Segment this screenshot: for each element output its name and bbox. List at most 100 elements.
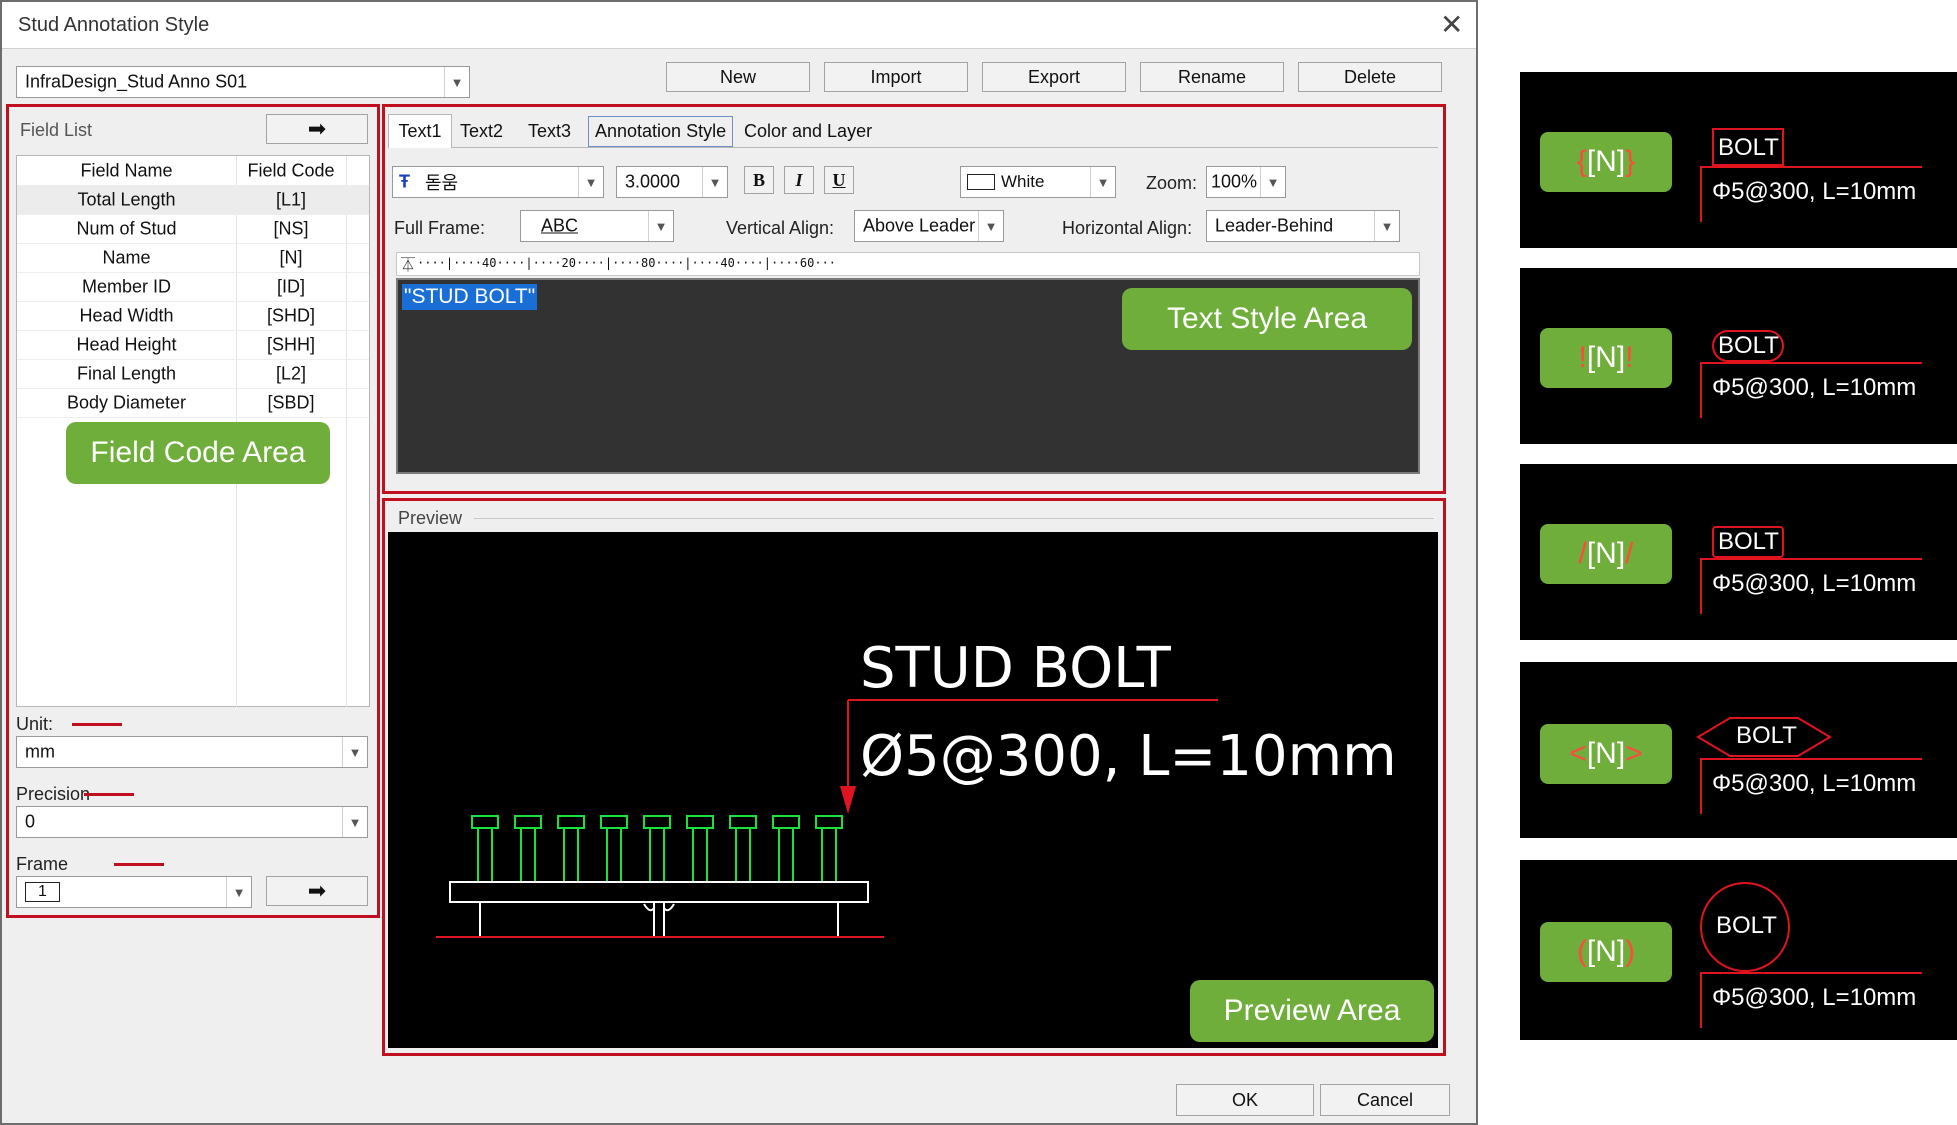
tab-text1[interactable]: Text1	[388, 114, 452, 148]
horizontal-align-select[interactable]: Leader-Behind ▼	[1206, 210, 1400, 242]
row-field-code: [L2]	[275, 363, 307, 383]
tab-annotation-style[interactable]: Annotation Style	[588, 116, 734, 147]
tab-color-and-layer[interactable]: Color and Layer	[744, 121, 872, 142]
italic-button[interactable]: I	[784, 166, 814, 194]
preview-canvas: STUD BOLT Ø5@300, L=10mm	[388, 532, 1438, 1048]
color-swatch	[967, 174, 995, 190]
close-icon[interactable]: ✕	[1440, 8, 1463, 41]
rename-button[interactable]: Rename	[1140, 62, 1284, 92]
import-button[interactable]: Import	[824, 62, 968, 92]
frame-label: Frame	[16, 854, 69, 874]
table-header: Field Name Field Code	[17, 156, 369, 186]
example-panel: ! [N]! BOLT Φ5@300, L=10mm	[1520, 268, 1957, 444]
chevron-down-icon: ▼	[342, 737, 367, 767]
unit-select[interactable]: mm ▼	[16, 736, 368, 768]
name-code-badge: {[N]}	[1540, 132, 1672, 192]
table-row[interactable]: Total Length [L1]	[17, 185, 369, 215]
field-code-area-callout: Field Code Area	[66, 422, 330, 484]
precision-value: 0	[25, 811, 36, 832]
bolt-label: BOLT	[1736, 722, 1797, 749]
tab-bar: Text1 Text2 Text3 Annotation Style Color…	[388, 114, 1438, 148]
table-row[interactable]: Body Diameter [SBD]	[17, 388, 369, 418]
chevron-down-icon: ▼	[578, 167, 603, 197]
chevron-down-icon: ▼	[648, 211, 673, 241]
row-field-name: Num of Stud	[76, 218, 177, 238]
vertical-align-select[interactable]: Above Leader ▼	[854, 210, 1004, 242]
name-code-badge: ! [N]!	[1540, 328, 1672, 388]
table-row[interactable]: Head Width [SHD]	[17, 301, 369, 331]
row-field-code: [N]	[279, 247, 303, 267]
text-height-select[interactable]: 3.0000 ▼	[616, 166, 728, 198]
row-field-code: [NS]	[273, 218, 309, 238]
zoom-label: Zoom:	[1146, 173, 1198, 193]
chevron-down-icon: ▼	[978, 211, 1003, 241]
table-row[interactable]: Member ID [ID]	[17, 272, 369, 302]
row-field-code: [SBD]	[267, 392, 315, 412]
indent-marker-icon: ⏄	[401, 257, 415, 273]
row-field-name: Name	[102, 247, 151, 267]
name-code-badge: < [N] >	[1540, 724, 1672, 784]
chevron-down-icon: ▼	[702, 167, 727, 197]
color-select[interactable]: White ▼	[960, 166, 1116, 198]
preview-title-text: STUD BOLT	[860, 636, 1171, 701]
example-panel: ([N]) BOLT Φ5@300, L=10mm	[1520, 860, 1957, 1040]
example-panel: {[N]} BOLT Φ5@300, L=10mm	[1520, 72, 1957, 248]
bold-button[interactable]: B	[744, 166, 774, 194]
style-select[interactable]: InfraDesign_Stud Anno S01 ▼	[16, 66, 470, 98]
zoom-select[interactable]: 100% ▼	[1206, 166, 1286, 198]
row-field-code: [SHH]	[266, 334, 315, 354]
full-frame-value: ABC	[541, 215, 579, 236]
spec-label: Φ5@300, L=10mm	[1712, 178, 1917, 205]
delete-button[interactable]: Delete	[1298, 62, 1442, 92]
name-code-badge: / [N] /	[1540, 524, 1672, 584]
table-row[interactable]: Name [N]	[17, 243, 369, 273]
chevron-down-icon: ▼	[1374, 211, 1399, 241]
tab-text2[interactable]: Text2	[460, 121, 503, 142]
tab-text3[interactable]: Text3	[528, 121, 571, 142]
chevron-down-icon: ▼	[226, 877, 251, 907]
chevron-down-icon: ▼	[1090, 167, 1115, 197]
row-field-name: Head Width	[79, 305, 174, 325]
font-select[interactable]: Ŧ 돋움 ▼	[392, 166, 604, 198]
full-frame-label: Full Frame:	[394, 218, 486, 238]
new-button[interactable]: New	[666, 62, 810, 92]
underline-button[interactable]: U	[824, 166, 854, 194]
vertical-align-value: Above Leader	[863, 215, 976, 236]
row-field-code: [ID]	[276, 276, 305, 296]
header-field-code: Field Code	[247, 160, 335, 180]
precision-select[interactable]: 0 ▼	[16, 806, 368, 838]
preview-area-callout: Preview Area	[1190, 980, 1434, 1042]
frame-select[interactable]: 1 ▼	[16, 876, 252, 908]
table-row[interactable]: Num of Stud [NS]	[17, 214, 369, 244]
unit-label: Unit:	[16, 714, 54, 734]
spec-label: Φ5@300, L=10mm	[1712, 570, 1917, 597]
row-field-name: Body Diameter	[66, 392, 187, 412]
table-row[interactable]: Final Length [L2]	[17, 359, 369, 389]
ruler[interactable]: ⏄ ····|····40····|····20····|····80····|…	[396, 252, 1420, 276]
precision-label: Precision	[16, 784, 91, 804]
row-field-code: [L1]	[275, 189, 307, 209]
chevron-down-icon: ▼	[342, 807, 367, 837]
full-frame-select[interactable]: ABC ▼	[520, 210, 674, 242]
precision-arrow-icon	[84, 793, 134, 796]
insert-frame-arrow-icon[interactable]: ➡	[266, 876, 368, 906]
example-panel: / [N] / BOLT Φ5@300, L=10mm	[1520, 464, 1957, 640]
vertical-align-label: Vertical Align:	[726, 218, 835, 238]
preview-subtitle-text: Ø5@300, L=10mm	[860, 724, 1397, 789]
chevron-down-icon: ▼	[444, 67, 469, 97]
chevron-down-icon: ▼	[1260, 167, 1285, 197]
ruler-scale: ····|····40····|····20····|····80····|··…	[417, 256, 837, 270]
cancel-button[interactable]: Cancel	[1320, 1084, 1450, 1116]
row-field-name: Member ID	[81, 276, 171, 296]
table-row[interactable]: Head Height [SHH]	[17, 330, 369, 360]
stud-annotation-dialog: Stud Annotation Style ✕ InfraDesign_Stud…	[0, 0, 1478, 1125]
stud-drawing	[436, 699, 1218, 938]
insert-field-arrow-icon[interactable]: ➡	[266, 114, 368, 144]
spec-label: Φ5@300, L=10mm	[1712, 770, 1917, 797]
row-field-code: [SHD]	[266, 305, 315, 325]
preview-divider	[474, 518, 1434, 519]
ok-button[interactable]: OK	[1176, 1084, 1314, 1116]
row-field-name: Total Length	[77, 189, 176, 209]
export-button[interactable]: Export	[982, 62, 1126, 92]
text-height-value: 3.0000	[625, 171, 681, 192]
